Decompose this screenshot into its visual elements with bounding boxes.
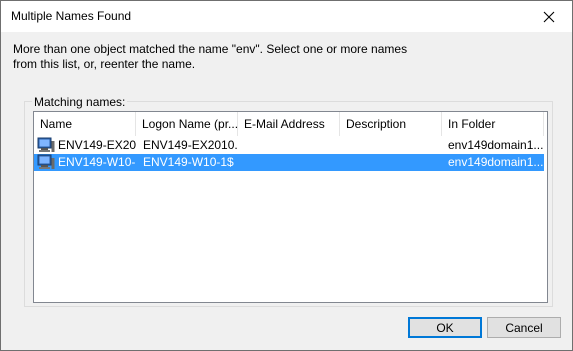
instruction-line-1: More than one object matched the name "e… <box>13 42 408 56</box>
matching-names-list[interactable]: Name Logon Name (pr... E-Mail Address De… <box>33 111 548 303</box>
close-icon <box>543 11 555 22</box>
title-bar[interactable]: Multiple Names Found <box>1 1 572 32</box>
column-header-in-folder[interactable]: In Folder <box>442 112 544 136</box>
ok-button[interactable]: OK <box>408 317 482 338</box>
computer-icon <box>37 154 55 169</box>
row-description <box>347 137 442 154</box>
column-header-logon-name[interactable]: Logon Name (pr... <box>136 112 238 136</box>
row-logon-name: ENV149-EX2010... <box>143 138 238 152</box>
row-email <box>245 137 340 154</box>
row-name: ENV149-EX20... <box>58 138 136 152</box>
cancel-button[interactable]: Cancel <box>487 317 561 338</box>
list-row-selected[interactable]: ENV149-W10-1 ENV149-W10-1$ env149domain1… <box>34 154 544 171</box>
column-header-email[interactable]: E-Mail Address <box>238 112 340 136</box>
close-button[interactable] <box>526 1 572 32</box>
instruction-line-2: from this list, or, reenter the name. <box>13 57 196 71</box>
column-header-name[interactable]: Name <box>34 112 136 136</box>
row-name: ENV149-W10-1 <box>58 155 136 169</box>
column-header-description[interactable]: Description <box>340 112 442 136</box>
dialog-title: Multiple Names Found <box>11 9 132 23</box>
dialog-window: Multiple Names Found More than one objec… <box>0 0 573 351</box>
row-logon-name: ENV149-W10-1$ <box>143 155 234 169</box>
row-folder: env149domain1... <box>448 138 543 152</box>
matching-names-label: Matching names: <box>32 95 128 109</box>
row-folder: env149domain1... <box>448 155 543 169</box>
list-row[interactable]: ENV149-EX20... ENV149-EX2010... env149do… <box>34 137 544 154</box>
computer-icon <box>37 137 55 152</box>
list-header: Name Logon Name (pr... E-Mail Address De… <box>34 112 547 136</box>
row-description <box>347 154 442 171</box>
instruction-text: More than one object matched the name "e… <box>13 42 413 72</box>
row-email <box>245 154 340 171</box>
